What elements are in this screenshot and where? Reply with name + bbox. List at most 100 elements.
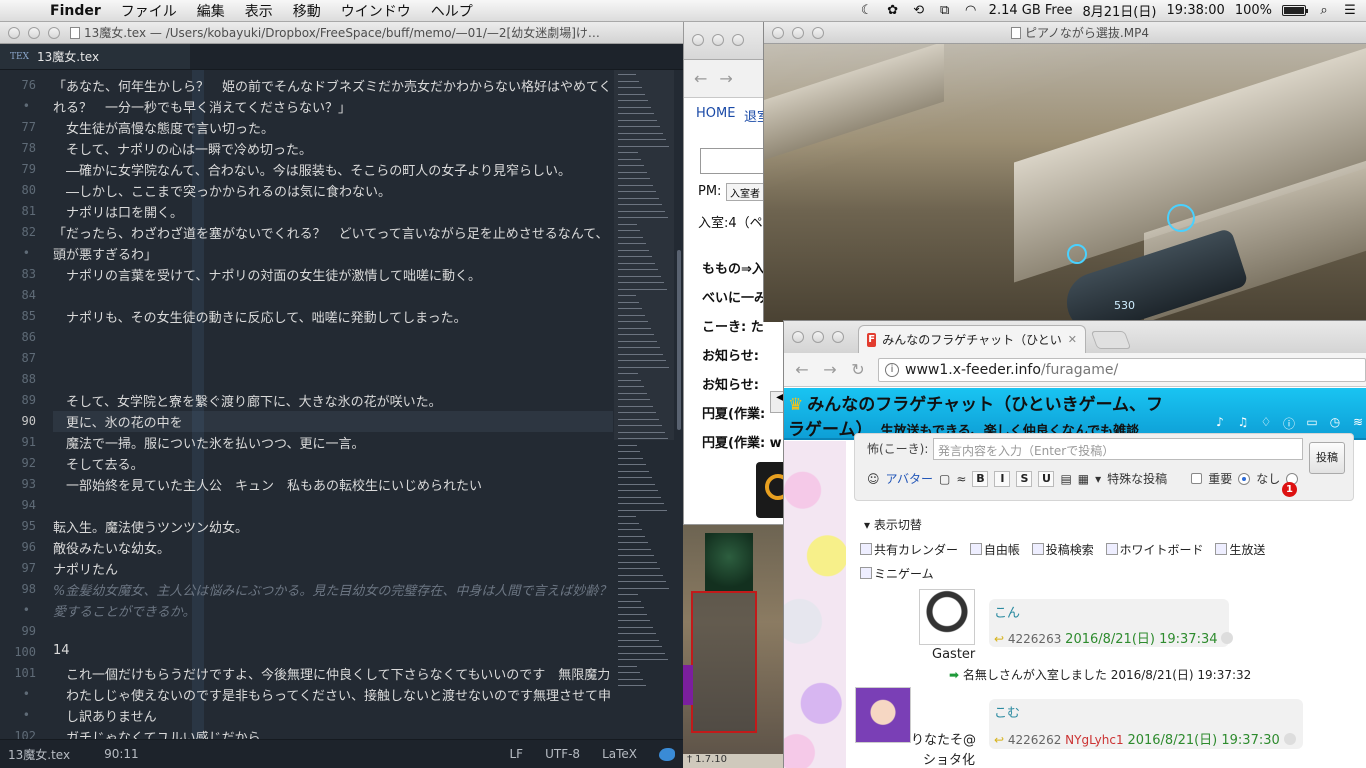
video-frame[interactable]: 530 [764,44,1366,322]
code-line[interactable]: れる？ 一分一秒でも早く消えてくださらない？」 [53,97,351,116]
reply-icon[interactable]: ↩ [994,632,1004,646]
reply-icon[interactable]: ↩ [994,733,1004,747]
reload-icon[interactable]: ↻ [850,360,866,379]
post-button[interactable]: 投稿 [1309,442,1345,474]
special-post-toggle[interactable]: 特殊な投稿 [1107,470,1167,487]
code-line[interactable]: 更に、氷の花の中を [53,412,183,431]
back-arrow-icon[interactable]: ← [794,360,810,379]
minigame-link[interactable]: ミニゲーム [860,567,934,581]
code-line[interactable]: ナポリも、その女生徒の動きに反応して、咄嗟に発動してしまった。 [53,307,467,326]
code-line[interactable]: そして、女学院と寮を繋ぐ渡り廊下に、大きな氷の花が咲いた。 [53,391,442,410]
avatar-person-icon[interactable]: ☺ [867,472,880,486]
battery-percent[interactable]: 100% [1235,3,1272,18]
chat-minimize-button[interactable] [812,331,824,343]
menu-window[interactable]: ウインドウ [331,1,421,21]
message-input[interactable]: 発言内容を入力（Enterで投稿） [933,438,1303,460]
calendar-link[interactable]: 共有カレンダー [860,543,958,557]
bg-close-button[interactable] [692,34,704,46]
poster-name-label[interactable]: 怖(こーき): [867,440,928,457]
whiteboard-link[interactable]: ホワイトボード [1105,543,1204,557]
line-number[interactable]: • [23,603,30,617]
line-number[interactable]: 89 [22,393,36,407]
line-number[interactable]: 90 [22,414,36,428]
notification-badge[interactable]: 1 [1282,482,1297,497]
image-icon[interactable]: ▤ [1060,472,1071,486]
line-number[interactable]: • [23,708,30,722]
code-line[interactable]: 魔法で一掃。服についた氷を払いつつ、更に一言。 [53,433,364,452]
line-number[interactable]: 83 [22,267,36,281]
close-button[interactable] [8,26,20,39]
avatar[interactable] [855,687,911,743]
editor-text-area[interactable]: 76 • 77 78 79 80 81 82 • 83 84 85 86 87 88 89 90 91 92 93 94… [0,70,683,739]
menu-file[interactable]: ファイル [111,1,187,21]
code-line[interactable]: 「だったら、わざわざ道を塞がないでくれる？ どいてって言いながら足を止めさせるな… [53,223,609,242]
notification-center-icon[interactable]: ☰ [1342,3,1358,18]
menu-help[interactable]: ヘルプ [421,1,483,21]
line-number[interactable]: 100 [14,645,36,659]
monitor-icon[interactable]: ▭ [1303,415,1321,433]
code-line[interactable]: 14 [53,643,70,658]
important-checkbox[interactable] [1191,473,1203,484]
time-machine-icon[interactable]: ⟲ [911,3,927,18]
code-line[interactable]: ナポリの言葉を受けて、ナポリの対面の女生徒が激情して咄嗟に動く。 [53,265,481,284]
avatar[interactable] [919,589,975,645]
line-number[interactable]: 86 [22,330,36,344]
palette-icon[interactable]: ▦ [1078,472,1089,486]
forward-arrow-icon[interactable]: → [822,360,838,379]
live-broadcast-link[interactable]: 生放送 [1215,543,1265,557]
paw-icon[interactable]: ✿ [885,3,901,18]
sound-icon[interactable]: ♪ [1211,415,1229,433]
tab-close-icon[interactable]: ✕ [1068,333,1077,346]
code-line[interactable]: 愛することができるか。 [53,601,195,620]
line-number[interactable]: 77 [22,120,36,134]
editor-tab[interactable]: TEX 13魔女.tex [0,44,190,69]
chat-browser-tab[interactable]: F みんなのフラゲチャット（ひとい ✕ [858,325,1086,353]
video-close-button[interactable] [772,26,784,39]
new-tab-button[interactable] [1090,331,1132,349]
line-number[interactable]: 81 [22,204,36,218]
line-number[interactable]: 76 [22,78,36,92]
code-line[interactable]: ナポリは口を開く。 [53,202,183,221]
code-line[interactable]: ガチじゃなくてユルい感じだから [53,727,261,739]
line-number[interactable]: 94 [22,498,36,512]
spotlight-icon[interactable]: ⌕ [1316,3,1332,18]
dropdown-arrow-icon[interactable]: ▾ [1095,472,1101,486]
code-line[interactable]: %金髪幼女魔女、主人公は悩みにぶつかる。見た目幼女の完璧存在、中身は人間で言えば… [53,580,611,599]
code-line[interactable]: 「あなた、何年生かしら？ 姫の前でそんなドブネズミだか売女だかわからない格好はや… [53,76,612,95]
code-line[interactable]: そして、ナポリの心は一瞬で冷め切った。 [53,139,312,158]
video-zoom-button[interactable] [812,26,824,39]
line-number[interactable]: 99 [22,624,36,638]
search-link[interactable]: 投稿検索 [1031,543,1094,557]
clock-date[interactable]: 8月21日(日) [1082,1,1156,20]
line-number[interactable]: 79 [22,162,36,176]
none-radio[interactable] [1238,472,1251,485]
clock-time[interactable]: 19:38:00 [1166,3,1224,18]
status-file-name[interactable]: 13魔女.tex [8,746,70,763]
address-bar[interactable]: i www1.x-feeder.info/furagame/ [878,357,1366,382]
line-number[interactable]: • [23,246,30,260]
minimap[interactable] [614,70,674,739]
status-line-ending[interactable]: LF [509,747,523,761]
strike-button[interactable]: S [1016,470,1033,487]
notebook-link[interactable]: 自由帳 [969,543,1020,557]
line-number[interactable]: 82 [22,225,36,239]
rss-icon[interactable]: ≋ [1349,415,1366,433]
delete-post-icon[interactable] [1221,632,1234,644]
line-number[interactable]: 92 [22,456,36,470]
line-number[interactable]: 78 [22,141,36,155]
code-line[interactable]: 女生徒が高慢な態度で言い切った。 [53,118,274,137]
bg-zoom-button[interactable] [732,34,744,46]
home-link[interactable]: HOME [696,106,735,121]
delete-post-icon[interactable] [1283,733,1296,745]
post-username-line1[interactable]: りなたそ@ [911,729,976,748]
line-number[interactable]: 95 [22,519,36,533]
video-minimize-button[interactable] [792,26,804,39]
italic-button[interactable]: I [994,470,1011,487]
line-number[interactable]: 91 [22,435,36,449]
line-number[interactable]: 93 [22,477,36,491]
underline-button[interactable]: U [1038,470,1055,487]
sync-icon[interactable]: ⧉ [937,3,953,18]
code-line[interactable]: わたしじゃ使えないのです是非もらってください、接触しないと渡せないのです無理させ… [53,685,611,704]
code-line[interactable]: そして去る。 [53,454,144,473]
color-marker-icon[interactable]: ≈ [956,472,966,486]
